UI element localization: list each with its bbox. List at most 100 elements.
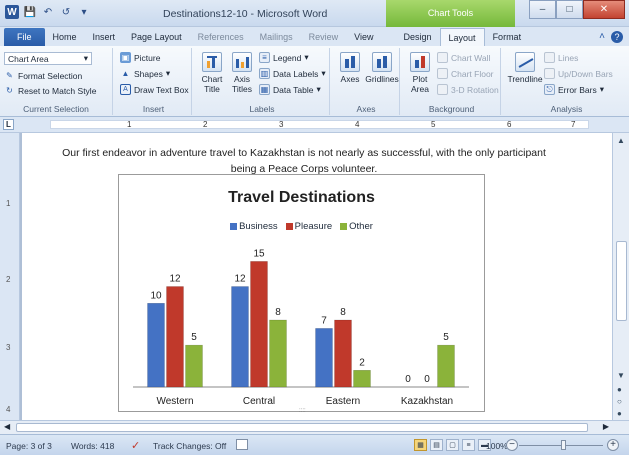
category-label-western[interactable]: Western bbox=[156, 396, 193, 407]
format-selection-button[interactable]: ✎ Format Selection bbox=[4, 70, 82, 81]
track-changes-status[interactable]: Track Changes: Off bbox=[153, 441, 226, 451]
data-label[interactable]: 15 bbox=[253, 248, 265, 259]
tab-references[interactable]: References bbox=[190, 28, 252, 46]
category-label-kazakhstan[interactable]: Kazakhstan bbox=[401, 396, 453, 407]
save-icon[interactable]: 💾 bbox=[23, 5, 37, 19]
resize-handle[interactable]: :::: bbox=[299, 408, 306, 414]
outline-icon[interactable]: ≡ bbox=[462, 439, 475, 451]
macro-icon[interactable] bbox=[236, 439, 248, 450]
data-label[interactable]: 5 bbox=[191, 332, 197, 343]
tab-insert[interactable]: Insert bbox=[85, 28, 124, 46]
print-layout-icon[interactable]: ▦ bbox=[414, 439, 427, 451]
tab-home[interactable]: Home bbox=[45, 28, 85, 46]
picture-button[interactable]: ▣ Picture bbox=[120, 52, 160, 63]
tab-design[interactable]: Design bbox=[396, 28, 440, 46]
minimize-ribbon-icon[interactable]: ˄ bbox=[599, 31, 605, 43]
error-bars-button[interactable]: ⎋ Error Bars ▾ bbox=[544, 84, 604, 95]
tab-selector[interactable]: L bbox=[3, 119, 14, 130]
draw-text-box-button[interactable]: A Draw Text Box bbox=[120, 84, 189, 95]
chart-plot-area[interactable]: 10 12 5 Western 12 15 8 Central 7 8 2 Eastern 0 0 5 Kaz… bbox=[119, 175, 484, 411]
legend-button[interactable]: ≡ Legend ▾ bbox=[259, 52, 309, 63]
ruler-track[interactable]: 1 2 3 4 5 6 7 bbox=[50, 120, 589, 129]
chart-floor-button[interactable]: Chart Floor bbox=[437, 68, 494, 79]
scroll-down-icon[interactable]: ▼ bbox=[617, 371, 625, 380]
document-page[interactable]: Our first endeavor in adventure travel t… bbox=[22, 133, 612, 420]
gridlines-button[interactable]: Gridlines bbox=[365, 52, 399, 84]
bar-other-kazakhstan[interactable] bbox=[437, 344, 455, 388]
bar-pleasure-central[interactable] bbox=[250, 261, 268, 388]
select-browse-icon[interactable]: ○ bbox=[617, 397, 622, 406]
page-count[interactable]: Page: 3 of 3 bbox=[6, 441, 52, 451]
data-label[interactable]: 8 bbox=[340, 307, 346, 318]
full-screen-reading-icon[interactable]: ▤ bbox=[430, 439, 443, 451]
vertical-scrollbar[interactable]: ▲ ▼ ● ○ ● bbox=[612, 133, 629, 420]
web-layout-icon[interactable]: ▢ bbox=[446, 439, 459, 451]
data-label[interactable]: 12 bbox=[169, 274, 181, 285]
shapes-button[interactable]: ▲ Shapes ▾ bbox=[120, 68, 171, 79]
rotation-button[interactable]: 3-D Rotation bbox=[437, 84, 499, 95]
minimize-icon[interactable]: – bbox=[529, 0, 556, 19]
tab-file[interactable]: File bbox=[4, 28, 45, 46]
axes-button[interactable]: Axes bbox=[335, 52, 365, 84]
vertical-scroll-thumb[interactable] bbox=[616, 241, 627, 321]
tab-layout[interactable]: Layout bbox=[439, 28, 485, 46]
bar-business-central[interactable] bbox=[231, 286, 249, 388]
updown-bars-button[interactable]: Up/Down Bars bbox=[544, 68, 613, 79]
category-label-central[interactable]: Central bbox=[243, 396, 275, 407]
axis-titles-button[interactable]: Axis Titles bbox=[227, 52, 257, 94]
tab-review[interactable]: Review bbox=[301, 28, 347, 46]
chart-title-button[interactable]: Chart Title bbox=[197, 52, 227, 94]
previous-page-icon[interactable]: ● bbox=[617, 385, 622, 394]
scroll-up-icon[interactable]: ▲ bbox=[617, 136, 625, 145]
body-paragraph[interactable]: Our first endeavor in adventure travel t… bbox=[54, 145, 554, 177]
zoom-in-icon[interactable]: + bbox=[607, 439, 619, 451]
category-label-eastern[interactable]: Eastern bbox=[326, 396, 360, 407]
bar-business-eastern[interactable] bbox=[315, 328, 333, 388]
bar-other-central[interactable] bbox=[269, 319, 287, 388]
data-label[interactable]: 0 bbox=[405, 374, 411, 385]
word-app-icon[interactable]: W bbox=[5, 5, 19, 19]
lines-button[interactable]: Lines bbox=[544, 52, 578, 63]
scroll-right-icon[interactable]: ▶ bbox=[603, 422, 609, 431]
horizontal-scroll-thumb[interactable] bbox=[16, 423, 588, 432]
chart-wall-button[interactable]: Chart Wall bbox=[437, 52, 490, 63]
chart-element-dropdown[interactable]: Chart Area ▾ bbox=[4, 52, 92, 65]
bar-other-eastern[interactable] bbox=[353, 370, 371, 388]
data-label[interactable]: 12 bbox=[234, 274, 246, 285]
tab-view[interactable]: View bbox=[346, 28, 381, 46]
zoom-out-icon[interactable]: − bbox=[506, 439, 518, 451]
data-label[interactable]: 8 bbox=[275, 307, 281, 318]
tab-format[interactable]: Format bbox=[485, 28, 530, 46]
data-label[interactable]: 0 bbox=[424, 374, 430, 385]
zoom-level[interactable]: 100% bbox=[486, 441, 508, 451]
help-icon[interactable]: ? bbox=[611, 31, 623, 43]
tab-page-layout[interactable]: Page Layout bbox=[123, 28, 190, 46]
data-labels-button[interactable]: ▥ Data Labels ▾ bbox=[259, 68, 326, 79]
next-page-icon[interactable]: ● bbox=[617, 409, 622, 418]
data-label[interactable]: 5 bbox=[443, 332, 449, 343]
close-icon[interactable]: ✕ bbox=[583, 0, 625, 19]
proofing-icon[interactable]: ✓ bbox=[131, 439, 140, 452]
bar-business-western[interactable] bbox=[147, 303, 165, 388]
tab-mailings[interactable]: Mailings bbox=[252, 28, 301, 46]
data-label[interactable]: 7 bbox=[321, 315, 327, 326]
scroll-left-icon[interactable]: ◀ bbox=[4, 422, 10, 431]
zoom-slider-thumb[interactable] bbox=[561, 440, 566, 450]
data-label[interactable]: 2 bbox=[359, 357, 365, 368]
word-count[interactable]: Words: 418 bbox=[71, 441, 114, 451]
horizontal-scrollbar[interactable]: ◀ ▶ bbox=[0, 420, 629, 434]
bar-pleasure-eastern[interactable] bbox=[334, 319, 352, 388]
trendline-button[interactable]: Trendline bbox=[506, 52, 544, 84]
plot-area-button[interactable]: Plot Area bbox=[405, 52, 435, 94]
data-label[interactable]: 10 bbox=[150, 290, 162, 301]
reset-match-style-button[interactable]: ↻ Reset to Match Style bbox=[4, 85, 96, 96]
chart-area[interactable]: Travel Destinations Business Pleasure Ot… bbox=[118, 174, 485, 414]
undo-icon[interactable]: ↶ bbox=[41, 5, 55, 19]
maximize-icon[interactable]: □ bbox=[556, 0, 583, 19]
data-table-button[interactable]: ▦ Data Table ▾ bbox=[259, 84, 321, 95]
ruler-number: 4 bbox=[6, 405, 11, 414]
customize-qat-icon[interactable]: ▾ bbox=[77, 5, 91, 19]
bar-other-western[interactable] bbox=[185, 344, 203, 388]
bar-pleasure-western[interactable] bbox=[166, 286, 184, 388]
redo-icon[interactable]: ↺ bbox=[59, 5, 73, 19]
